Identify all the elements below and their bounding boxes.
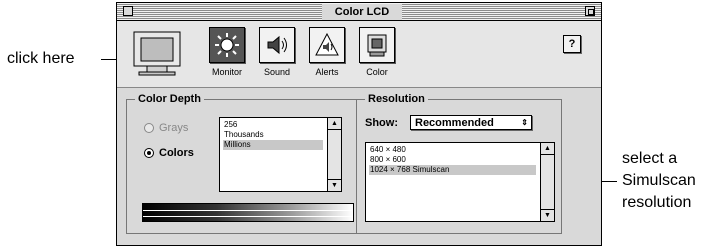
tool-sound[interactable]: Sound [253,27,301,78]
alert-icon [315,32,339,56]
tool-alerts[interactable]: Alerts [303,27,351,78]
list-item[interactable]: 800 × 600 [369,155,536,165]
callout-line-3: resolution [622,194,692,211]
color-icon [367,34,387,57]
tool-label: Sound [263,67,291,77]
color-depth-title: Color Depth [135,93,204,105]
resolution-title: Resolution [365,93,428,105]
resolution-group: Resolution Show: Recommended ⇕ 640 × 480… [356,93,562,234]
resolution-list[interactable]: 640 × 480 800 × 600 1024 × 768 Simulscan… [365,142,555,222]
radio-button[interactable] [144,148,154,158]
tool-monitor[interactable]: Monitor [203,27,251,78]
scroll-up-arrow[interactable]: ▲ [328,118,341,130]
speaker-icon [267,35,287,55]
scroll-up-arrow[interactable]: ▲ [541,143,554,155]
list-item[interactable]: 1024 × 768 Simulscan [369,165,536,175]
callout-line-1: select a [622,150,678,167]
tool-label: Monitor [211,67,242,77]
show-label: Show: [365,117,398,129]
tool-color[interactable]: Color [353,27,401,78]
sun-icon [215,33,239,57]
color-depth-group: Color Depth Grays Colors 256 Thousands M… [126,93,365,234]
color-depth-list[interactable]: 256 Thousands Millions ▲ ▼ [219,117,342,192]
color-lcd-window: Color LCD Monitor Sound Alerts Color ? C… [116,2,602,246]
scroll-down-arrow[interactable]: ▼ [541,209,554,221]
help-button[interactable]: ? [563,35,581,53]
title-bar[interactable]: Color LCD [117,3,601,21]
callout-line-2: Simulscan [622,172,696,189]
color-ramp-preview [142,203,354,222]
radio-button[interactable] [144,123,154,133]
zoom-box[interactable] [585,6,595,16]
list-item[interactable]: Thousands [223,130,323,140]
control-panel-toolbar: Monitor Sound Alerts Color ? [117,21,601,88]
radio-label-grays: Grays [159,122,189,134]
popup-arrows-icon: ⇕ [521,117,528,127]
tool-label: Color [366,67,388,77]
tool-label: Alerts [315,67,339,77]
callout-click-here: click here [7,50,75,67]
list-item[interactable]: 256 [223,120,323,130]
radio-grays[interactable]: Grays [144,122,188,134]
show-dropdown-value: Recommended [415,116,494,129]
monitor-icon [133,31,181,76]
scroll-down-arrow[interactable]: ▼ [328,179,341,191]
radio-colors[interactable]: Colors [144,147,194,159]
callout-select-simulscan: select a Simulscan resolution [622,148,696,214]
show-dropdown[interactable]: Recommended ⇕ [410,115,532,130]
close-box[interactable] [123,6,133,16]
scrollbar[interactable]: ▲ ▼ [540,143,554,221]
list-item[interactable]: Millions [223,140,323,150]
list-item[interactable]: 640 × 480 [369,145,536,155]
scrollbar[interactable]: ▲ ▼ [327,118,341,191]
window-title: Color LCD [322,4,402,20]
radio-label-colors: Colors [159,147,194,159]
